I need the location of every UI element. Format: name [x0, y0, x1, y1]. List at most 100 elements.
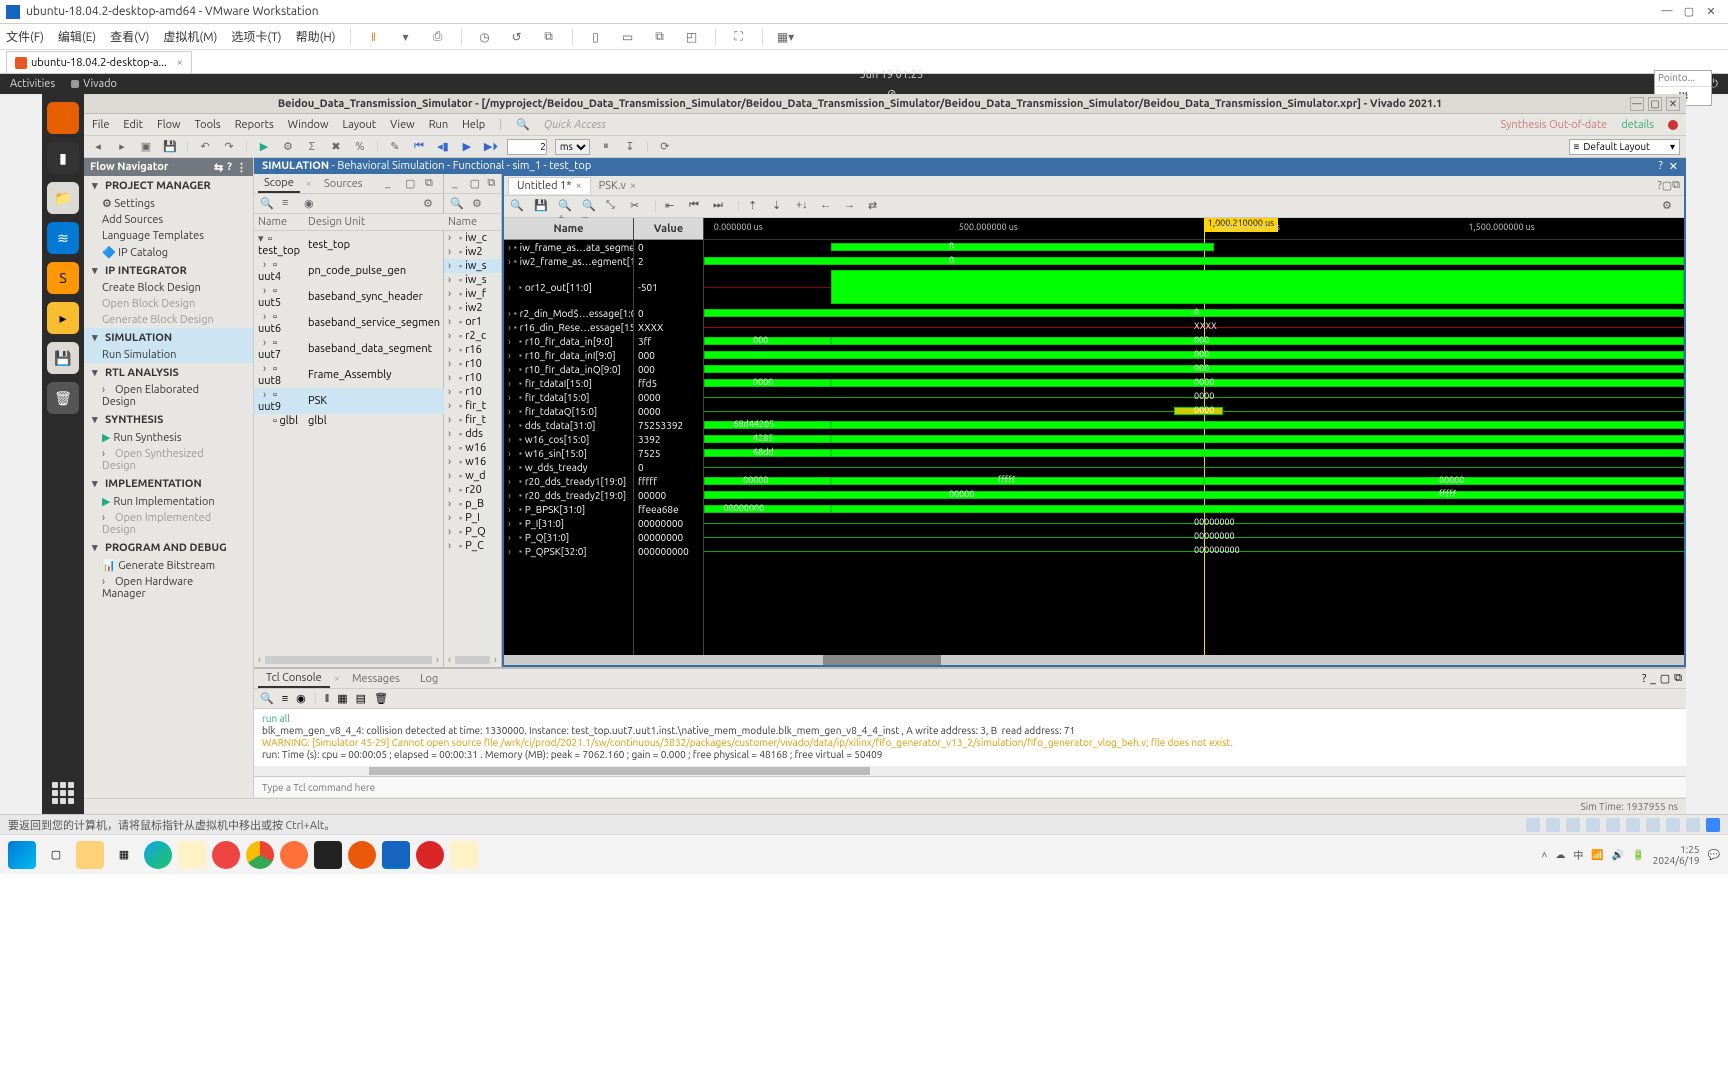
nav-open-hw[interactable]: ›Open Hardware Manager — [84, 574, 253, 602]
nav-add-sources[interactable]: Add Sources — [84, 212, 253, 228]
nav-settings[interactable]: ⚙ Settings — [84, 195, 253, 212]
dock-vscode-icon[interactable]: ≋ — [47, 222, 79, 254]
tb-restart-icon[interactable]: ⏮ — [411, 139, 427, 155]
details-link[interactable]: details — [1621, 119, 1654, 131]
object-item[interactable]: ›▪iw2 — [444, 245, 501, 259]
todesk-icon[interactable] — [212, 841, 240, 869]
con-search-icon[interactable]: 🔍 — [260, 692, 274, 705]
flownav-help-icon[interactable]: ? — [227, 161, 232, 173]
dock-terminal-icon[interactable]: ▮ — [47, 142, 79, 174]
wave-max-icon[interactable]: ▢ — [1662, 179, 1672, 192]
object-item[interactable]: ›▪r2_c — [444, 329, 501, 343]
object-item[interactable]: ›▪P_I — [444, 511, 501, 525]
tb-new-icon[interactable]: ◂ — [90, 139, 106, 155]
scope-row[interactable]: ▾▫ test_toptest_top — [254, 231, 444, 259]
menu-window[interactable]: Window — [288, 119, 329, 131]
nav-ip-catalog[interactable]: 🔷 IP Catalog — [84, 244, 253, 261]
wave-track[interactable]: 000000 — [704, 334, 1684, 348]
obj-hscroll[interactable]: ‹› — [444, 653, 501, 667]
wave-track[interactable]: 0000 — [704, 404, 1684, 418]
wave-track[interactable]: 00000fffff00000 — [704, 474, 1684, 488]
wave-track[interactable]: 0 — [704, 254, 1684, 268]
wave-signal-name[interactable]: ›▪P_QPSK[32:0] — [504, 544, 633, 558]
con-tree-icon[interactable]: ▦ — [337, 692, 347, 705]
tb-gear-icon[interactable]: ⚙ — [280, 139, 296, 155]
wave-signal-name[interactable]: ›▪w_dds_tready — [504, 460, 633, 474]
layout-dropdown[interactable]: ≡Default Layout▾ — [1569, 139, 1680, 155]
vm-power-icon[interactable]: ▾ — [397, 28, 415, 46]
section-implementation[interactable]: ▾IMPLEMENTATION — [84, 474, 253, 493]
start-button[interactable] — [8, 841, 36, 869]
tray-volume-icon[interactable]: 🔊 — [1612, 849, 1624, 861]
wave-signal-name[interactable]: ›▪w16_sin[15:0] — [504, 446, 633, 460]
chrome-icon[interactable] — [246, 841, 274, 869]
dock-files-icon[interactable]: 📁 — [47, 182, 79, 214]
object-item[interactable]: ›▪r10 — [444, 371, 501, 385]
menu-run[interactable]: Run — [429, 119, 448, 131]
vm-pause-icon[interactable]: ‖ — [365, 28, 383, 46]
scope-row[interactable]: ›▫ uut9PSK — [254, 388, 444, 414]
vm-device-icon[interactable] — [1606, 818, 1620, 832]
taskbar-clock[interactable]: 1:25 2024/6/19 — [1653, 844, 1700, 866]
calculator-icon[interactable]: ▦ — [110, 841, 138, 869]
vm-device-icon[interactable] — [1526, 818, 1540, 832]
tb-relaunch-icon[interactable]: ⟳ — [657, 139, 673, 155]
tb-run-for-icon[interactable]: ▶⏵ — [483, 139, 499, 155]
section-project-manager[interactable]: ▾PROJECT MANAGER — [84, 176, 253, 195]
wv-save-icon[interactable]: 💾 — [534, 199, 550, 215]
app-icon[interactable] — [314, 841, 342, 869]
tray-onedrive-icon[interactable]: ☁ — [1555, 849, 1565, 861]
quick-access-input[interactable]: Quick Access — [544, 119, 606, 131]
activities-button[interactable]: Activities — [10, 78, 55, 90]
wv-next-trans-icon[interactable]: ⇣ — [772, 199, 788, 215]
vm-snap-revert-icon[interactable]: ↺ — [508, 28, 526, 46]
obj-min-icon[interactable]: _ — [452, 177, 464, 191]
tb-step-back-icon[interactable]: ◂▮ — [435, 139, 451, 155]
wave-ruler[interactable]: 1,000.210000 us 0.000000 us 500.000000 u… — [704, 218, 1684, 240]
tb-open-icon[interactable]: ▣ — [138, 139, 154, 155]
record-icon[interactable] — [416, 841, 444, 869]
tab-sources[interactable]: Sources — [318, 176, 369, 192]
vm-snapshot-icon[interactable]: ⎙ — [429, 28, 447, 46]
object-item[interactable]: ›▪w_d — [444, 469, 501, 483]
wave-track[interactable]: 4285 — [704, 432, 1684, 446]
wave-signal-name[interactable]: ›▪fir_tdataQ[15:0] — [504, 404, 633, 418]
wave-track[interactable] — [704, 460, 1684, 474]
nav-open-elaborated[interactable]: ›Open Elaborated Design — [84, 382, 253, 410]
wave-track[interactable]: 00000fffff — [704, 488, 1684, 502]
wave-track[interactable]: XXXX — [704, 320, 1684, 334]
menu-tools[interactable]: Tools — [195, 119, 221, 131]
wave-track[interactable]: 000 — [704, 348, 1684, 362]
scope-row[interactable]: ›▫ uut4pn_code_pulse_gen — [254, 258, 444, 284]
wave-signal-name[interactable]: ›▪r20_dds_tready2[19:0] — [504, 488, 633, 502]
wave-track[interactable]: 68dd — [704, 446, 1684, 460]
synthesis-status[interactable]: Synthesis Out-of-date — [1500, 119, 1607, 131]
tab-log[interactable]: Log — [412, 671, 446, 687]
dock-trash-icon[interactable]: 🗑 — [47, 382, 79, 414]
wave-track[interactable]: 0 — [704, 306, 1684, 320]
scope-min-icon[interactable]: _ — [385, 177, 399, 191]
vm-device-icon[interactable] — [1586, 818, 1600, 832]
wv-prev-marker-icon[interactable]: ← — [820, 199, 836, 215]
console-output[interactable]: run all blk_mem_gen_v8_4_4: collision de… — [254, 709, 1686, 766]
tab-scope[interactable]: Scope — [258, 175, 300, 193]
wave-track[interactable]: 0000 — [704, 390, 1684, 404]
wave-signal-name[interactable]: ›▪r16_din_Rese…essage[15:0] — [504, 320, 633, 334]
wave-track[interactable]: 00000000 — [704, 376, 1684, 390]
con-pause-icon[interactable]: ‖ — [325, 693, 330, 705]
wv-zoom-cursor-icon[interactable]: ✂ — [630, 199, 646, 215]
vivado-close-button[interactable]: ✕ — [1666, 97, 1680, 111]
wave-plot-area[interactable]: 1,000.210000 us 0.000000 us 500.000000 u… — [704, 218, 1684, 655]
explorer-icon[interactable] — [76, 841, 104, 869]
menu-view[interactable]: View — [390, 119, 415, 131]
object-item[interactable]: ›▪fir_t — [444, 399, 501, 413]
object-item[interactable]: ›▪r10 — [444, 357, 501, 371]
tb-play-icon[interactable]: ▶ — [459, 139, 475, 155]
vmware-menu-view[interactable]: 查看(V) — [110, 28, 149, 45]
vm-device-icon[interactable] — [1626, 818, 1640, 832]
vivado-maximize-button[interactable]: ▢ — [1648, 97, 1662, 111]
vivado-minimize-button[interactable]: — — [1630, 97, 1644, 111]
wave-signal-name[interactable]: ›▪iw_frame_as…ata_segment — [504, 240, 633, 254]
quick-access-icon[interactable]: 🔍 — [516, 118, 530, 131]
menu-reports[interactable]: Reports — [235, 119, 274, 131]
